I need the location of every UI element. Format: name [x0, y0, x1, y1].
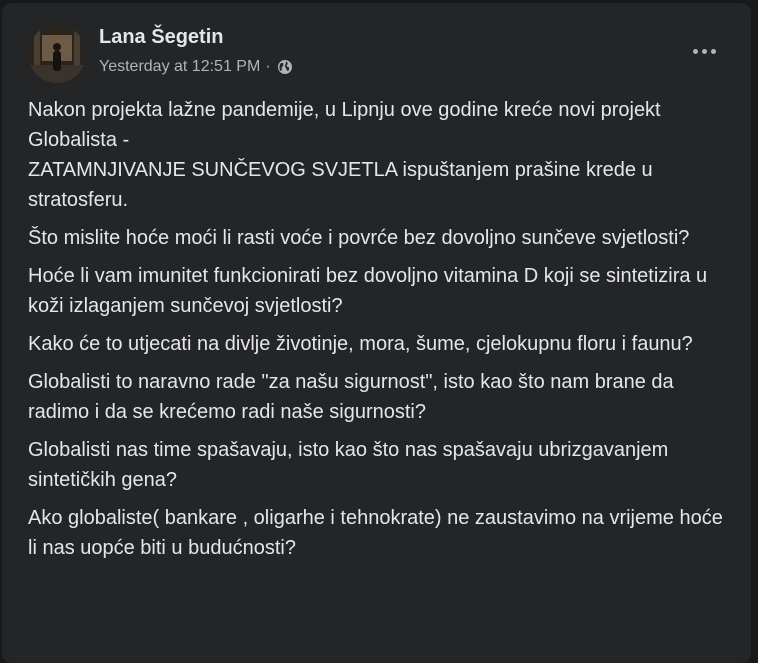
post-paragraph: Globalisti to naravno rade "za našu sigu…	[28, 371, 674, 423]
post-paragraph: Što mislite hoće moći li rasti voće i po…	[28, 227, 690, 249]
post-body: Nakon projekta lažne pandemije, u Lipnju…	[28, 95, 728, 571]
post-timestamp[interactable]: Yesterday at 12:51 PM	[99, 58, 260, 76]
post-meta: Yesterday at 12:51 PM ·	[99, 58, 293, 76]
avatar[interactable]	[28, 25, 86, 83]
post-paragraph: Ako globaliste( bankare , oligarhe i teh…	[28, 507, 723, 559]
more-options-button[interactable]	[685, 33, 723, 69]
post-paragraph: Hoće li vam imunitet funkcionirati bez d…	[28, 265, 708, 317]
author-name[interactable]: Lana Šegetin	[99, 26, 223, 49]
meta-separator: ·	[265, 58, 271, 75]
post-paragraph: Globalisti nas time spašavaju, isto kao …	[28, 439, 669, 491]
post-card: Lana Šegetin Yesterday at 12:51 PM · Nak…	[2, 3, 751, 663]
more-horizontal-icon	[692, 48, 698, 54]
post-paragraph: Kako će to utjecati na divlje životinje,…	[28, 333, 693, 355]
post-paragraph: Nakon projekta lažne pandemije, u Lipnju…	[28, 99, 661, 211]
globe-icon[interactable]	[277, 59, 293, 75]
